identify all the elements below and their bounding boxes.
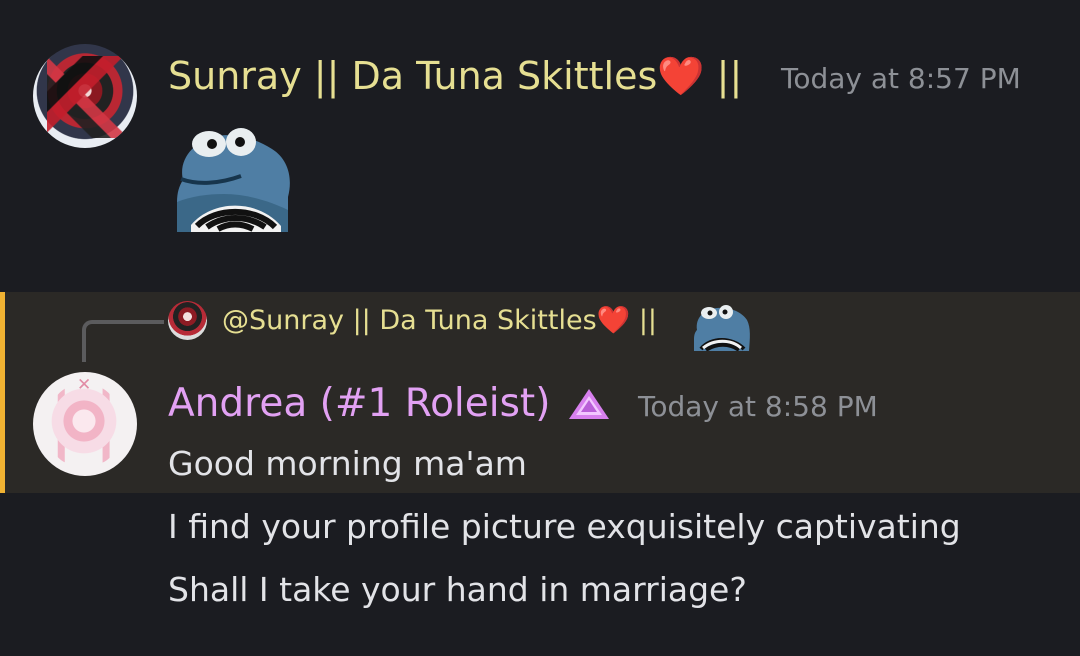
message-line: I find your profile picture exquisitely … (168, 507, 961, 546)
sunray-avatar[interactable] (33, 44, 137, 148)
reply-author-mention[interactable]: @Sunray || Da Tuna Skittles❤️ || (222, 305, 657, 337)
mention-accent-bar (0, 292, 5, 493)
message-timestamp: Today at 8:58 PM (638, 390, 878, 423)
andrea-username[interactable]: Andrea (#1 Roleist) (168, 381, 550, 426)
reply-spine (82, 320, 164, 362)
message-sunray: Sunray || Da Tuna Skittles❤️ || Today at… (0, 0, 1080, 292)
reply-sticker-preview-icon[interactable] (694, 303, 751, 351)
message-timestamp: Today at 8:57 PM (781, 62, 1021, 95)
blue-frog-sticker[interactable] (177, 121, 295, 232)
message-line: Good morning ma'am (168, 444, 527, 483)
andrea-avatar[interactable] (33, 372, 137, 476)
pink-triangle-icon (569, 389, 609, 419)
reply-author-avatar[interactable] (168, 301, 207, 340)
chat-view: Sunray || Da Tuna Skittles❤️ || Today at… (0, 0, 1080, 656)
message-line: Shall I take your hand in marriage? (168, 570, 747, 609)
sunray-username[interactable]: Sunray || Da Tuna Skittles❤️ || (168, 54, 742, 99)
